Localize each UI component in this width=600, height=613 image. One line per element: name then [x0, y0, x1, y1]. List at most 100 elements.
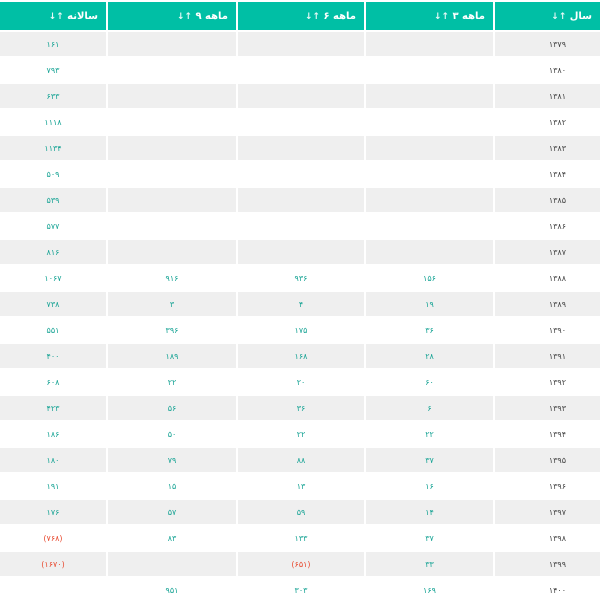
cell-9-month [108, 188, 236, 212]
cell-3-month: ۶ [366, 396, 493, 420]
cell-3-month: ۱۵۶ [366, 266, 493, 290]
cell-6-month [238, 110, 364, 134]
cell-3-month [366, 84, 493, 108]
cell-3-month: ۱۴ [366, 500, 493, 524]
cell-9-month [108, 240, 236, 264]
cell-3-month [366, 188, 493, 212]
cell-9-month: ۵۷ [108, 500, 236, 524]
cell-6-month [238, 58, 364, 82]
cell-6-month: ۲۲ [238, 422, 364, 446]
table-row: ۵۰۹ ۱۳۸۴ [0, 162, 600, 186]
cell-annual: ۱۸۶ [0, 422, 106, 446]
cell-annual: ۱۱۳۴ [0, 136, 106, 160]
cell-9-month [108, 214, 236, 238]
cell-annual: ۱۰۶۷ [0, 266, 106, 290]
cell-3-month: ۳۶ [366, 318, 493, 342]
header-year[interactable]: ↓↑ سال [495, 2, 600, 30]
cell-9-month: ۱۵ [108, 474, 236, 498]
cell-3-month [366, 162, 493, 186]
cell-9-month: ۹۱۶ [108, 266, 236, 290]
cell-6-month: ۴ [238, 292, 364, 316]
cell-3-month: ۱۶ [366, 474, 493, 498]
cell-year: ۱۳۹۸ [495, 526, 600, 550]
cell-annual: ۵۳۹ [0, 188, 106, 212]
cell-year: ۱۳۹۵ [495, 448, 600, 472]
header-annual[interactable]: ↓↑ سالانه [0, 2, 106, 30]
cell-year: ۱۳۹۱ [495, 344, 600, 368]
table-row: ۵۷۷ ۱۳۸۶ [0, 214, 600, 238]
cell-6-month: ۲۰ [238, 370, 364, 394]
cell-9-month: ۱۸۹ [108, 344, 236, 368]
cell-6-month [238, 84, 364, 108]
cell-3-month: ۳۷ [366, 526, 493, 550]
table-row: ۱۸۰ ۷۹ ۸۸ ۳۷ ۱۳۹۵ [0, 448, 600, 472]
cell-year: ۱۳۸۷ [495, 240, 600, 264]
cell-year: ۱۳۹۰ [495, 318, 600, 342]
cell-6-month [238, 136, 364, 160]
cell-year: ۱۴۰۰ [495, 578, 600, 602]
cell-6-month [238, 162, 364, 186]
cell-year: ۱۳۸۹ [495, 292, 600, 316]
header-row: ↓↑ سالانه ↓↑ ۹ ماهه ↓↑ ۶ ماهه ↓↑ ۳ ماهه … [0, 2, 600, 30]
cell-annual: (۱۶۷۰) [0, 552, 106, 576]
cell-6-month: (۶۵۱) [238, 552, 364, 576]
table-row: (۱۶۷۰) (۶۵۱) ۳۳ ۱۳۹۹ [0, 552, 600, 576]
cell-3-month: ۱۹ [366, 292, 493, 316]
cell-year: ۱۳۹۲ [495, 370, 600, 394]
cell-9-month [108, 552, 236, 576]
cell-annual: (۷۶۸) [0, 526, 106, 550]
cell-annual: ۴۰۰ [0, 344, 106, 368]
cell-annual: ۶۳۳ [0, 84, 106, 108]
cell-6-month: ۳۶ [238, 396, 364, 420]
cell-3-month [366, 214, 493, 238]
header-6-month[interactable]: ↓↑ ۶ ماهه [238, 2, 364, 30]
cell-9-month: ۳ [108, 292, 236, 316]
cell-year: ۱۳۸۱ [495, 84, 600, 108]
cell-annual: ۱۹۱ [0, 474, 106, 498]
table-row: (۷۶۸) ۸۳ ۱۳۳ ۳۷ ۱۳۹۸ [0, 526, 600, 550]
cell-annual: ۱۸۰ [0, 448, 106, 472]
cell-year: ۱۳۸۲ [495, 110, 600, 134]
sort-icon: ↓↑ [551, 11, 568, 22]
sort-icon: ↓↑ [48, 11, 66, 22]
table-row: ۱۰۶۷ ۹۱۶ ۹۳۶ ۱۵۶ ۱۳۸۸ [0, 266, 600, 290]
cell-annual [0, 578, 106, 602]
cell-3-month: ۶۰ [366, 370, 493, 394]
cell-annual: ۵۰۹ [0, 162, 106, 186]
table-row: ۴۰۰ ۱۸۹ ۱۶۸ ۲۸ ۱۳۹۱ [0, 344, 600, 368]
table-row: ۱۷۶ ۵۷ ۵۹ ۱۴ ۱۳۹۷ [0, 500, 600, 524]
table-row: ۶۳۳ ۱۳۸۱ [0, 84, 600, 108]
cell-3-month [366, 32, 493, 56]
table-row: ۱۱۳۴ ۱۳۸۳ [0, 136, 600, 160]
cell-year: ۱۳۸۰ [495, 58, 600, 82]
cell-3-month [366, 110, 493, 134]
cell-9-month [108, 136, 236, 160]
cell-6-month [238, 240, 364, 264]
cell-annual: ۴۲۳ [0, 396, 106, 420]
cell-annual: ۱۷۶ [0, 500, 106, 524]
cell-9-month [108, 110, 236, 134]
sort-icon: ↓↑ [433, 11, 451, 22]
cell-9-month [108, 58, 236, 82]
cell-annual: ۶۰۸ [0, 370, 106, 394]
header-9-month[interactable]: ↓↑ ۹ ماهه [108, 2, 236, 30]
cell-year: ۱۳۸۴ [495, 162, 600, 186]
sort-icon: ↓↑ [304, 11, 322, 22]
cell-6-month: ۱۳۳ [238, 526, 364, 550]
table-row: ۱۹۱ ۱۵ ۱۳ ۱۶ ۱۳۹۶ [0, 474, 600, 498]
cell-6-month: ۹۳۶ [238, 266, 364, 290]
cell-9-month: ۲۲ [108, 370, 236, 394]
cell-9-month: ۵۰ [108, 422, 236, 446]
cell-year: ۱۳۸۳ [495, 136, 600, 160]
cell-6-month: ۳۰۳ [238, 578, 364, 602]
cell-annual: ۷۳۸ [0, 292, 106, 316]
cell-6-month [238, 32, 364, 56]
cell-9-month: ۸۳ [108, 526, 236, 550]
cell-annual: ۱۶۱ [0, 32, 106, 56]
cell-year: ۱۳۹۷ [495, 500, 600, 524]
cell-6-month: ۸۸ [238, 448, 364, 472]
cell-year: ۱۳۹۴ [495, 422, 600, 446]
cell-6-month: ۱۶۸ [238, 344, 364, 368]
header-3-month[interactable]: ↓↑ ۳ ماهه [366, 2, 493, 30]
table-row: ۷۹۳ ۱۳۸۰ [0, 58, 600, 82]
